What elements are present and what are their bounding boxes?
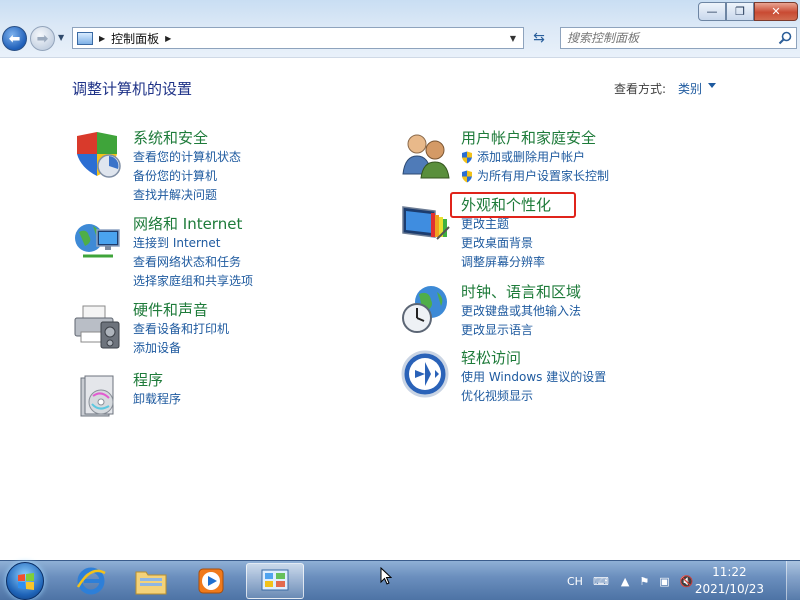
search-input[interactable] <box>567 31 772 45</box>
link-connect-internet[interactable]: 连接到 Internet <box>133 234 253 253</box>
breadcrumb-chevron-icon[interactable]: ▶ <box>165 34 171 43</box>
users-icon[interactable] <box>401 130 451 180</box>
folder-icon <box>135 571 167 595</box>
refresh-button[interactable]: ⇆ <box>528 27 550 49</box>
breadcrumb-chevron-icon[interactable]: ▶ <box>99 34 105 43</box>
show-hidden-icons-icon[interactable]: ▲ <box>621 575 629 588</box>
taskbar-internet-explorer[interactable] <box>62 563 120 599</box>
clock-globe-icon[interactable] <box>401 284 451 334</box>
shield-icon[interactable] <box>73 130 123 180</box>
internet-explorer-icon <box>76 567 106 595</box>
volume-muted-icon[interactable]: 🔇 <box>680 575 694 588</box>
link-change-display-language[interactable]: 更改显示语言 <box>461 321 581 340</box>
taskbar-control-panel[interactable] <box>246 563 304 599</box>
keyboard-icon[interactable]: ⌨ <box>593 575 609 588</box>
maximize-button[interactable]: ❐ <box>726 2 754 21</box>
clock-date: 2021/10/23 <box>694 582 764 596</box>
back-button[interactable]: ⬅ <box>2 26 27 51</box>
category-title[interactable]: 硬件和声音 <box>133 300 229 320</box>
control-panel-icon <box>261 569 289 591</box>
search-icon[interactable] <box>778 31 792 45</box>
view-by-dropdown[interactable]: 类别 <box>678 80 702 97</box>
system-tray: CH ⌨ ▲ ⚑ ▣ 🔇 <box>567 561 693 600</box>
arrow-right-icon: ➡ <box>36 30 49 47</box>
link-text[interactable]: 为所有用户设置家长控制 <box>477 167 609 186</box>
uac-shield-icon <box>462 170 472 183</box>
link-parental-controls[interactable]: 为所有用户设置家长控制 <box>461 167 609 186</box>
chevron-down-icon[interactable] <box>708 83 716 88</box>
category-title[interactable]: 系统和安全 <box>133 128 241 148</box>
close-button[interactable]: ✕ <box>754 2 798 21</box>
forward-button[interactable]: ➡ <box>30 26 55 51</box>
media-player-icon <box>198 568 224 594</box>
link-troubleshoot[interactable]: 查找并解决问题 <box>133 186 241 205</box>
refresh-icon: ⇆ <box>533 30 545 46</box>
link-text[interactable]: 添加或删除用户帐户 <box>477 148 585 167</box>
link-windows-recommended-settings[interactable]: 使用 Windows 建议的设置 <box>461 368 606 387</box>
category-title[interactable]: 程序 <box>133 370 181 390</box>
link-change-background[interactable]: 更改桌面背景 <box>461 234 551 253</box>
search-box[interactable] <box>560 27 797 49</box>
taskbar-clock[interactable]: 11:22 2021/10/23 <box>695 564 764 598</box>
language-indicator[interactable]: CH <box>567 575 583 588</box>
link-optimize-video-display[interactable]: 优化视频显示 <box>461 387 606 406</box>
link-uninstall-program[interactable]: 卸载程序 <box>133 390 181 409</box>
link-backup-computer[interactable]: 备份您的计算机 <box>133 167 241 186</box>
view-by-label: 查看方式: <box>614 82 667 96</box>
printer-icon[interactable] <box>73 302 123 352</box>
highlight-annotation <box>450 192 576 218</box>
breadcrumb-control-panel[interactable]: 控制面板 <box>111 30 159 47</box>
category-title[interactable]: 轻松访问 <box>461 348 606 368</box>
window-controls: — ❐ ✕ <box>698 2 798 21</box>
category-title[interactable]: 用户帐户和家庭安全 <box>461 128 609 148</box>
link-add-device[interactable]: 添加设备 <box>133 339 229 358</box>
taskbar-file-explorer[interactable] <box>122 563 180 599</box>
network-icon[interactable]: ▣ <box>659 575 669 588</box>
category-title[interactable]: 时钟、语言和区域 <box>461 282 581 302</box>
address-dropdown-icon[interactable]: ▼ <box>503 28 523 48</box>
address-bar[interactable]: ▶ 控制面板 ▶ ▼ <box>72 27 524 49</box>
link-add-remove-accounts[interactable]: 添加或删除用户帐户 <box>461 148 609 167</box>
mouse-pointer-icon <box>380 567 392 585</box>
window-chrome: — ❐ ✕ ⬅ ➡ ▼ ▶ 控制面板 ▶ ▼ ⇆ <box>0 0 800 58</box>
taskbar: CH ⌨ ▲ ⚑ ▣ 🔇 11:22 2021/10/23 <box>0 560 800 600</box>
accessibility-icon[interactable] <box>401 350 451 400</box>
taskbar-media-player[interactable] <box>182 563 240 599</box>
link-homegroup-sharing[interactable]: 选择家庭组和共享选项 <box>133 272 253 291</box>
network-globe-icon[interactable] <box>73 216 123 266</box>
start-button[interactable] <box>6 562 44 600</box>
uac-shield-icon <box>462 151 472 164</box>
control-panel-content: 调整计算机的设置 查看方式: 类别 系统和安全 查看您的计算机状态 备份您的计算… <box>0 58 800 560</box>
control-panel-icon <box>77 31 93 45</box>
programs-icon[interactable] <box>73 372 123 422</box>
recent-pages-dropdown[interactable]: ▼ <box>58 33 64 42</box>
navigation-bar: ⬅ ➡ ▼ ▶ 控制面板 ▶ ▼ ⇆ <box>0 24 800 52</box>
link-view-computer-status[interactable]: 查看您的计算机状态 <box>133 148 241 167</box>
monitor-paint-icon[interactable] <box>401 197 451 247</box>
windows-logo-icon <box>18 573 34 590</box>
category-title[interactable]: 网络和 Internet <box>133 214 253 234</box>
page-title: 调整计算机的设置 <box>72 80 193 98</box>
arrow-left-icon: ⬅ <box>8 30 21 47</box>
clock-time: 11:22 <box>712 565 747 579</box>
action-center-flag-icon[interactable]: ⚑ <box>639 575 649 588</box>
link-screen-resolution[interactable]: 调整屏幕分辨率 <box>461 253 551 272</box>
link-devices-printers[interactable]: 查看设备和打印机 <box>133 320 229 339</box>
link-change-input-method[interactable]: 更改键盘或其他输入法 <box>461 302 581 321</box>
link-network-status[interactable]: 查看网络状态和任务 <box>133 253 253 272</box>
minimize-button[interactable]: — <box>698 2 726 21</box>
show-desktop-button[interactable] <box>786 561 800 600</box>
